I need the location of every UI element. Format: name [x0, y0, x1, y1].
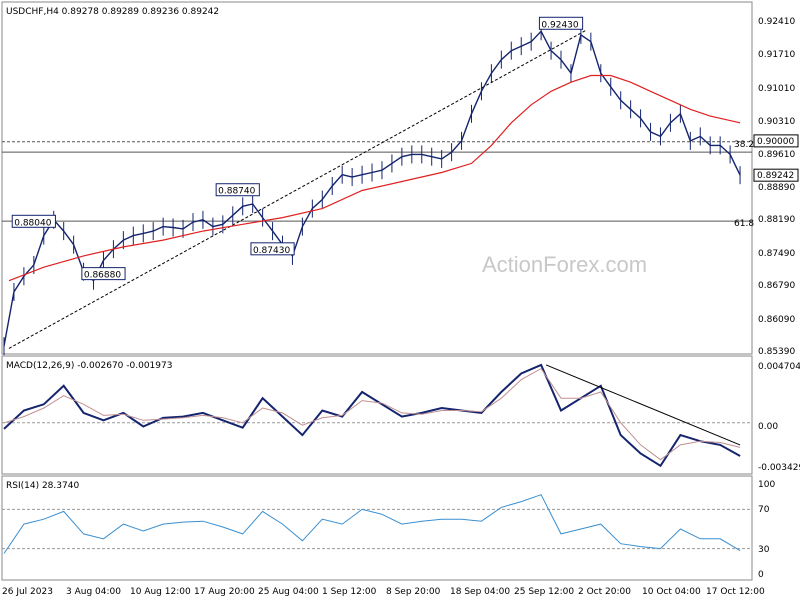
macd-series-layer — [2, 363, 752, 468]
price-y-ticks: 0.92410 0.91710 0.91010 0.90310 0.89610 … — [758, 17, 795, 357]
fib-level-label: 61.8 — [734, 219, 754, 229]
x-tick-label: 17 Aug 20:00 — [194, 587, 255, 597]
price-tick-label: 0.86090 — [758, 315, 795, 325]
trend-line — [8, 29, 587, 349]
x-tick-label: 17 Oct 12:00 — [706, 587, 765, 597]
rsi-tick-label: 100 — [758, 480, 775, 490]
fib-level-label: 38.2 — [734, 140, 754, 150]
rsi-panel — [1, 475, 753, 581]
x-tick-label: 10 Aug 12:00 — [130, 587, 191, 597]
x-tick-label: 18 Sep 04:00 — [450, 587, 510, 597]
macd-tick-label: 0.004704 — [758, 362, 800, 372]
rsi-line — [3, 494, 741, 554]
macd-panel-title: MACD(12,26,9) -0.002670 -0.001973 — [6, 361, 172, 371]
rsi-tick-label: 30 — [758, 545, 770, 555]
price-series-layer: 38.2 61.8 0.92430 0.88740 0.88040 0.87430 0.86… — [2, 16, 799, 356]
price-tick-label: 0.85390 — [758, 347, 795, 357]
forex-chart: USDCHF,H4 0.89278 0.89289 0.89236 0.8924… — [1, 1, 800, 597]
price-tick-label: 0.92410 — [758, 17, 795, 27]
macd-line — [3, 363, 741, 468]
price-tick-label: 0.91710 — [758, 50, 795, 60]
price-annotation-label: 0.88740 — [218, 187, 255, 197]
x-axis: 26 Jul 2023 3 Aug 04:00 10 Aug 12:00 17 … — [2, 587, 765, 597]
x-tick-label: 8 Sep 20:00 — [386, 587, 441, 597]
price-tick-label: 0.86790 — [758, 281, 795, 291]
signal-line — [3, 367, 741, 461]
x-tick-label: 10 Oct 04:00 — [642, 587, 701, 597]
price-tick-label: 0.88190 — [758, 215, 795, 225]
price-annotation-label: 0.92430 — [541, 20, 578, 30]
price-annotation-label: 0.88040 — [14, 218, 51, 228]
rsi-panel-title: RSI(14) 28.3740 — [6, 481, 79, 491]
watermark: ActionForex.com — [482, 252, 647, 277]
x-tick-label: 26 Jul 2023 — [2, 587, 53, 597]
price-tick-label: 0.91010 — [758, 84, 795, 94]
price-tag-label: 0.90000 — [757, 137, 794, 147]
x-tick-label: 1 Sep 12:00 — [322, 587, 377, 597]
rsi-series-layer — [2, 494, 752, 554]
x-tick-label: 3 Aug 04:00 — [66, 587, 121, 597]
price-tag-label: 0.89242 — [757, 171, 794, 181]
x-tick-label: 25 Sep 12:00 — [514, 587, 574, 597]
price-panel-title: USDCHF,H4 0.89278 0.89289 0.89236 0.8924… — [6, 7, 219, 17]
x-tick-label: 2 Oct 20:00 — [578, 587, 631, 597]
price-panel — [1, 1, 753, 355]
rsi-tick-label: 70 — [758, 505, 770, 515]
price-tick-label: 0.88890 — [758, 183, 795, 193]
price-tick-label: 0.87490 — [758, 249, 795, 259]
macd-tick-label: -0.003429 — [758, 463, 800, 473]
macd-trend-line — [545, 364, 741, 446]
rsi-tick-label: 0 — [758, 570, 764, 580]
price-tick-label: 0.90310 — [758, 117, 795, 127]
price-annotation-label: 0.86880 — [84, 271, 121, 281]
price-tick-label: 0.89610 — [758, 150, 795, 160]
price-annotation-label: 0.87430 — [253, 246, 290, 256]
macd-tick-label: 0.00 — [758, 422, 778, 432]
x-tick-label: 25 Aug 04:00 — [258, 587, 319, 597]
